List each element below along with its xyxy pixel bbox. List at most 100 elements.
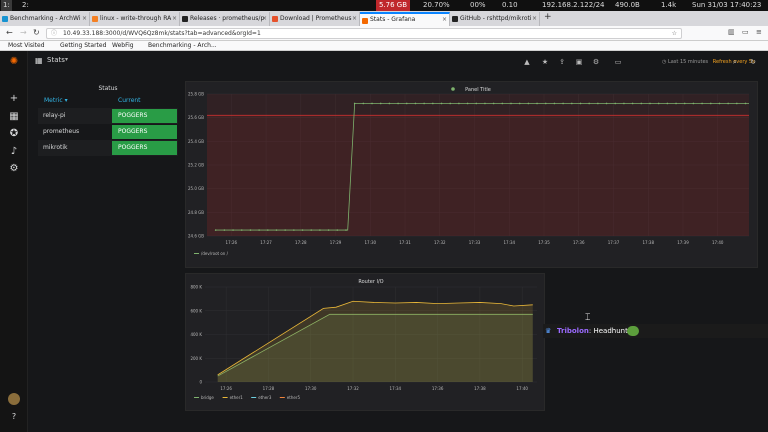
grafana-sidebar: ✺ + ▦ ✪ ♪ ⚙ ? [0,51,28,432]
data-point [301,229,304,231]
data-point [666,102,669,105]
avatar[interactable] [8,393,20,405]
status-bar: 1: 2: 5.76 GB 20.70% 00% 0.10 192.168.2.… [0,0,768,11]
data-point [657,102,660,105]
tv-mode-icon[interactable]: ▭ [611,56,625,68]
add-panel-icon[interactable]: ▲ [520,56,534,68]
data-point [232,229,234,231]
add-icon[interactable]: + [8,93,20,105]
close-tab-icon[interactable]: × [532,12,537,26]
data-point [501,102,504,105]
favicon-icon [2,16,8,22]
close-tab-icon[interactable]: × [352,12,357,26]
chevron-down-icon[interactable]: ▾ [65,56,68,63]
router-io-panel: Router I/O 0 200 K 400 K 600 K 800 K 17:26 17:2… [185,273,545,411]
y-tick-label: 24.6 GB [188,234,204,239]
workspace-1[interactable]: 1: [1,0,12,11]
data-point [362,102,365,105]
data-point [736,102,738,105]
x-tick-label: 17:39 [677,240,689,245]
zoom-out-icon[interactable]: ⌕ [728,56,742,68]
star-icon[interactable]: ★ [538,56,552,68]
favicon-icon [362,18,368,24]
legend-label: ether3 [258,395,272,400]
bookmark-getting-started[interactable]: Getting Started [60,41,106,51]
save-icon[interactable]: ▣ [572,56,586,68]
configuration-gear-icon[interactable]: ⚙ [8,163,20,175]
data-point [614,102,617,105]
data-point [701,102,703,105]
library-icon[interactable]: ▥ [728,28,735,36]
bookmark-most-visited[interactable]: Most Visited [8,41,45,51]
status-panel-title[interactable]: Status [36,85,180,92]
close-tab-icon[interactable]: × [262,12,267,26]
crown-icon: ♛ [545,327,552,335]
x-tick-label: 17:26 [226,240,238,245]
dashboards-icon[interactable]: ▦ [8,111,20,123]
dashboard-title[interactable]: Stats [47,56,65,64]
data-point [597,102,599,105]
grafana-logo-icon[interactable]: ✺ [8,56,20,68]
legend-label: /dev/root on / [201,251,229,256]
browser-tab[interactable]: GitHub - rshttpd/mikroti × [450,12,540,26]
url-input[interactable]: ⓘ 10.49.33.188:3000/d/WVQ6Qz8mk/stats?ta… [46,28,682,39]
url-text: 10.49.33.188:3000/d/WVQ6Qz8mk/stats?tab=… [63,30,261,37]
browser-tab[interactable]: Stats - Grafana × [360,12,450,26]
alerting-bell-icon[interactable]: ♪ [8,146,20,158]
settings-gear-icon[interactable]: ⚙ [589,56,603,68]
data-point [623,102,625,105]
data-point [249,229,252,231]
share-icon[interactable]: ⇪ [555,56,569,68]
close-tab-icon[interactable]: × [442,14,447,26]
refresh-icon[interactable]: ↻ [746,56,760,68]
browser-tab[interactable]: Benchmarking - ArchWi × [0,12,90,26]
metric-column-header[interactable]: Metric ▾ [44,96,68,106]
table-row: relay-pi POGGERS [38,108,178,124]
close-tab-icon[interactable]: × [172,12,177,26]
reload-icon[interactable]: ↻ [33,28,40,37]
x-tick-label: 17:37 [608,240,620,245]
x-tick-label: 17:30 [305,386,317,391]
close-tab-icon[interactable]: × [82,12,87,26]
metric-cell: relay-pi [43,112,66,119]
data-point [527,102,530,105]
bookmark-benchmarking[interactable]: Benchmarking - Arch... [148,41,217,51]
workspace-2[interactable]: 2: [22,0,29,11]
data-point [284,229,286,231]
y-tick-label: 600 K [190,308,202,313]
metric-cell: prometheus [43,128,80,135]
help-icon[interactable]: ? [8,411,20,423]
chat-user: Tribolon [557,327,589,335]
sidebar-icon[interactable]: ▭ [742,28,749,36]
data-point [345,229,347,231]
browser-tab[interactable]: linux - write-through RA × [90,12,180,26]
data-point [631,102,634,105]
threshold-region-above [207,94,749,116]
back-icon[interactable]: ← [6,28,13,37]
clock: Sun 31/03 17:40:23 [692,1,762,9]
time-range-label: Last 15 minutes [667,59,709,65]
info-icon[interactable]: ⓘ [51,29,57,39]
y-tick-label: 400 K [190,332,202,337]
data-point [240,229,243,231]
y-tick-label: 25.6 GB [188,115,204,120]
x-tick-label: 17:33 [469,240,481,245]
bookmark-webfig[interactable]: WebFig [112,41,134,51]
bookmark-star-icon[interactable]: ☆ [672,29,677,39]
table-row: prometheus POGGERS [38,124,178,140]
chart-title: Router I/O [358,279,383,285]
explore-icon[interactable]: ✪ [8,128,20,140]
current-column-header[interactable]: Current [118,96,141,106]
data-point [414,102,417,105]
status-value-cell: POGGERS [112,109,177,123]
browser-tab[interactable]: Releases · prometheus/p × [180,12,270,26]
browser-tab[interactable]: Download | Prometheus × [270,12,360,26]
menu-icon[interactable]: ≡ [756,28,762,36]
forward-icon[interactable]: → [20,28,27,37]
data-point [397,102,399,105]
data-point [605,102,608,105]
legend-label: bridge [201,395,214,400]
metric-header-label: Metric [44,97,63,104]
new-tab-icon[interactable]: + [544,12,552,22]
favicon-icon [182,16,188,22]
